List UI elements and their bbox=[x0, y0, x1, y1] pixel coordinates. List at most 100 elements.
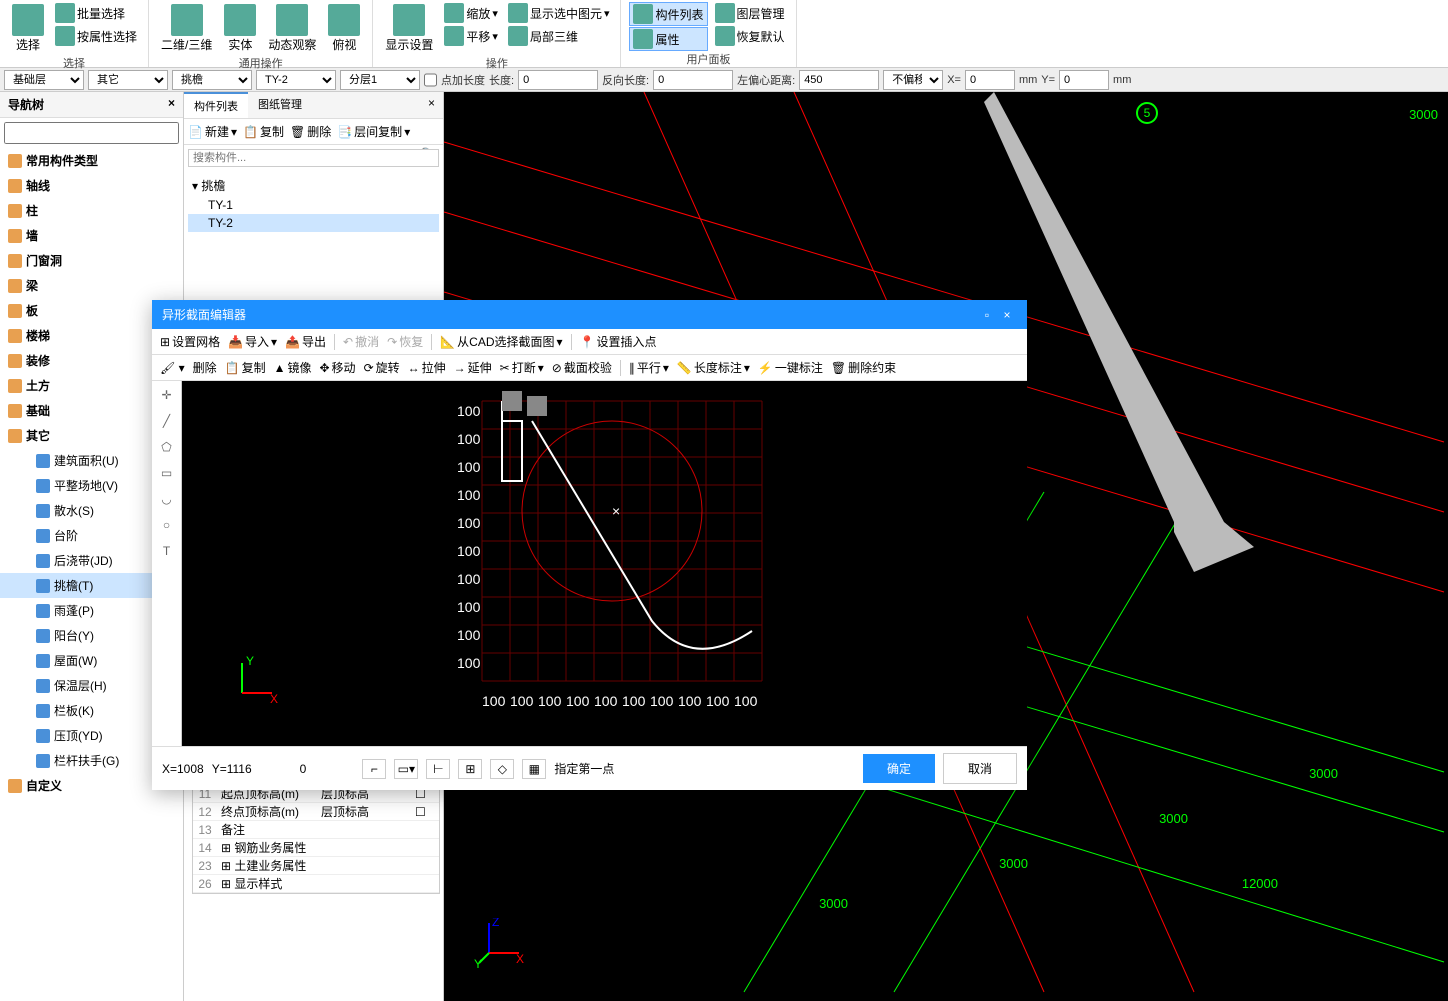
batch-select-button[interactable]: 批量选择 bbox=[52, 2, 140, 24]
rect-tool[interactable]: ▭ bbox=[157, 463, 177, 483]
orbit-button[interactable]: 动态观察 bbox=[264, 2, 320, 55]
select-button[interactable]: 选择 bbox=[8, 2, 48, 55]
show-selected-button[interactable]: 显示选中图元 ▾ bbox=[505, 2, 613, 24]
import-button[interactable]: 📥 导入 ▾ bbox=[228, 333, 277, 350]
folder-icon bbox=[8, 429, 22, 443]
tree-item-selected[interactable]: TY-2 bbox=[188, 214, 439, 232]
stretch-button[interactable]: ↔ 拉伸 bbox=[408, 359, 446, 376]
new-button[interactable]: 📄 新建 ▾ bbox=[188, 123, 237, 140]
layermgr-button[interactable]: 图层管理 bbox=[712, 2, 788, 24]
nav-search-input[interactable] bbox=[4, 122, 179, 144]
close-icon[interactable]: × bbox=[168, 96, 175, 113]
folder-icon bbox=[36, 604, 50, 618]
snap-btn-3[interactable]: ⊢ bbox=[426, 759, 450, 779]
close-icon[interactable]: × bbox=[997, 308, 1017, 322]
property-row[interactable]: 26⊞ 显示样式 bbox=[193, 875, 439, 893]
svg-text:100: 100 bbox=[622, 693, 646, 709]
y-input[interactable] bbox=[1059, 70, 1109, 90]
property-row[interactable]: 14⊞ 钢筋业务属性 bbox=[193, 839, 439, 857]
length-input[interactable] bbox=[518, 70, 598, 90]
svg-text:Y: Y bbox=[246, 654, 254, 668]
snap-btn-4[interactable]: ⊞ bbox=[458, 759, 482, 779]
restore-button[interactable]: 恢复默认 bbox=[712, 25, 788, 47]
intercopy-button[interactable]: 📑 层间复制 ▾ bbox=[337, 123, 410, 140]
property-row[interactable]: 12终点顶标高(m)层顶标高☐ bbox=[193, 803, 439, 821]
undo-button[interactable]: ↶ 撤消 bbox=[343, 333, 379, 350]
nav-item[interactable]: 门窗洞 bbox=[0, 248, 183, 273]
delete-button[interactable]: 🗑 删除 bbox=[290, 123, 331, 140]
close-icon[interactable]: × bbox=[420, 92, 443, 118]
export-button[interactable]: 📤 导出 bbox=[285, 333, 326, 350]
topview-button[interactable]: 俯视 bbox=[324, 2, 364, 55]
addlen-checkbox[interactable] bbox=[424, 70, 437, 90]
folder-icon bbox=[36, 754, 50, 768]
nav-item[interactable]: 轴线 bbox=[0, 173, 183, 198]
move-button[interactable]: ✥ 移动 bbox=[319, 359, 355, 376]
props-button[interactable]: 属性 bbox=[629, 27, 707, 51]
tab-complist[interactable]: 构件列表 bbox=[184, 92, 248, 118]
svg-text:Y: Y bbox=[474, 957, 482, 968]
property-row[interactable]: 23⊞ 土建业务属性 bbox=[193, 857, 439, 875]
verify-button[interactable]: ⊘ 截面校验 bbox=[552, 359, 612, 376]
mirror-button[interactable]: ▲ 镜像 bbox=[274, 359, 312, 376]
top-icon bbox=[328, 4, 360, 36]
snap-btn-5[interactable]: ◇ bbox=[490, 759, 514, 779]
offset-mode-select[interactable]: 不偏移 bbox=[883, 70, 943, 90]
point-tool[interactable]: ✛ bbox=[157, 385, 177, 405]
break-button[interactable]: ✂ 打断 ▾ bbox=[500, 359, 544, 376]
brush-icon[interactable]: 🖌 ▾ bbox=[160, 361, 185, 375]
redo-button[interactable]: ↷ 恢复 bbox=[387, 333, 423, 350]
poly-tool[interactable]: ⬠ bbox=[157, 437, 177, 457]
delete-button[interactable]: 删除 bbox=[193, 359, 217, 376]
zoom-button[interactable]: 缩放 ▾ bbox=[441, 2, 501, 24]
category-select[interactable]: 其它 bbox=[88, 70, 168, 90]
copy-button[interactable]: 📋 复制 bbox=[225, 359, 266, 376]
dialog-titlebar[interactable]: 异形截面编辑器 ▫ × bbox=[152, 300, 1027, 329]
coord-y: Y=1116 bbox=[212, 762, 252, 776]
offset-input[interactable] bbox=[799, 70, 879, 90]
section-canvas[interactable]: × 100100100100100100100100100100 1001001… bbox=[182, 381, 1027, 746]
line-tool[interactable]: ╱ bbox=[157, 411, 177, 431]
type-select[interactable]: 挑檐 bbox=[172, 70, 252, 90]
cad-button[interactable]: 📐 从CAD选择截面图 ▾ bbox=[440, 333, 562, 350]
grid-button[interactable]: ⊞ 设置网格 bbox=[160, 333, 220, 350]
autodim-button[interactable]: ⚡ 一键标注 bbox=[758, 359, 823, 376]
rotate-button[interactable]: ⟳ 旋转 bbox=[364, 359, 400, 376]
copy-button[interactable]: 📋 复制 bbox=[243, 123, 284, 140]
component-select[interactable]: TY-2 bbox=[256, 70, 336, 90]
property-row[interactable]: 13备注 bbox=[193, 821, 439, 839]
parallel-button[interactable]: ∥ 平行 ▾ bbox=[629, 359, 669, 376]
pan-button[interactable]: 平移 ▾ bbox=[441, 25, 501, 47]
snap-btn-1[interactable]: ⌐ bbox=[362, 759, 386, 779]
dimension-button[interactable]: 📏 长度标注 ▾ bbox=[677, 359, 750, 376]
layer-select[interactable]: 基础层 bbox=[4, 70, 84, 90]
tree-item[interactable]: TY-1 bbox=[188, 196, 439, 214]
nav-item[interactable]: 常用构件类型 bbox=[0, 148, 183, 173]
tab-drawings[interactable]: 图纸管理 bbox=[248, 92, 312, 118]
complist-button[interactable]: 构件列表 bbox=[629, 2, 707, 26]
nav-item[interactable]: 墙 bbox=[0, 223, 183, 248]
nav-item[interactable]: 梁 bbox=[0, 273, 183, 298]
nav-item[interactable]: 柱 bbox=[0, 198, 183, 223]
folder-icon bbox=[8, 179, 22, 193]
sublayer-select[interactable]: 分层1 bbox=[340, 70, 420, 90]
insert-point-button[interactable]: 📍 设置插入点 bbox=[580, 333, 657, 350]
delcon-button[interactable]: 🗑 删除约束 bbox=[831, 359, 896, 376]
display-settings-button[interactable]: 显示设置 bbox=[381, 2, 437, 55]
x-input[interactable] bbox=[965, 70, 1015, 90]
solid-button[interactable]: 实体 bbox=[220, 2, 260, 55]
local3d-button[interactable]: 局部三维 bbox=[505, 25, 613, 47]
restore-icon bbox=[715, 26, 735, 46]
snap-btn-6[interactable]: ▦ bbox=[522, 759, 546, 779]
tree-parent[interactable]: ▾ 挑檐 bbox=[188, 175, 439, 196]
text-tool[interactable]: T bbox=[157, 541, 177, 561]
comp-search-input[interactable] bbox=[188, 149, 439, 167]
minimize-icon[interactable]: ▫ bbox=[977, 308, 997, 322]
revlen-input[interactable] bbox=[653, 70, 733, 90]
snap-btn-2[interactable]: ▭▾ bbox=[394, 759, 418, 779]
arc-tool[interactable]: ◡ bbox=[157, 489, 177, 509]
circle-tool[interactable]: ○ bbox=[157, 515, 177, 535]
view-2d3d-button[interactable]: 二维/三维 bbox=[157, 2, 216, 55]
byprop-select-button[interactable]: 按属性选择 bbox=[52, 25, 140, 47]
extend-button[interactable]: → 延伸 bbox=[454, 359, 492, 376]
